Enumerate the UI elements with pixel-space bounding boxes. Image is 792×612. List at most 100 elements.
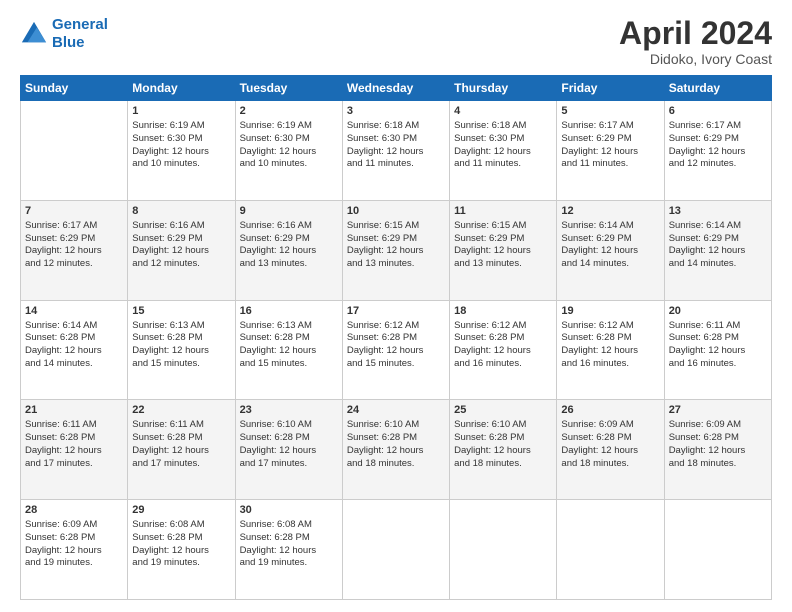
- page: General Blue April 2024 Didoko, Ivory Co…: [0, 0, 792, 612]
- day-info-line: Daylight: 12 hours: [240, 445, 338, 458]
- day-number: 28: [25, 503, 123, 518]
- day-info-line: Sunset: 6:28 PM: [347, 432, 445, 445]
- day-info-line: Sunset: 6:29 PM: [669, 133, 767, 146]
- day-number: 17: [347, 304, 445, 319]
- day-info-line: and 19 minutes.: [25, 557, 123, 570]
- day-info-line: Sunrise: 6:14 AM: [25, 320, 123, 333]
- calendar-cell: 23Sunrise: 6:10 AMSunset: 6:28 PMDayligh…: [235, 400, 342, 500]
- calendar-cell: [21, 101, 128, 201]
- day-info-line: Sunrise: 6:17 AM: [669, 120, 767, 133]
- calendar-week-row: 1Sunrise: 6:19 AMSunset: 6:30 PMDaylight…: [21, 101, 772, 201]
- day-info-line: Sunset: 6:30 PM: [454, 133, 552, 146]
- day-info-line: Sunrise: 6:17 AM: [561, 120, 659, 133]
- calendar-cell: 8Sunrise: 6:16 AMSunset: 6:29 PMDaylight…: [128, 200, 235, 300]
- calendar-cell: 16Sunrise: 6:13 AMSunset: 6:28 PMDayligh…: [235, 300, 342, 400]
- day-info-line: Sunrise: 6:12 AM: [561, 320, 659, 333]
- day-info-line: Sunset: 6:28 PM: [25, 432, 123, 445]
- calendar-cell: 10Sunrise: 6:15 AMSunset: 6:29 PMDayligh…: [342, 200, 449, 300]
- day-info-line: Daylight: 12 hours: [669, 245, 767, 258]
- day-number: 20: [669, 304, 767, 319]
- day-info-line: and 17 minutes.: [132, 458, 230, 471]
- day-info-line: Sunset: 6:28 PM: [132, 532, 230, 545]
- calendar-cell: 29Sunrise: 6:08 AMSunset: 6:28 PMDayligh…: [128, 500, 235, 600]
- day-info-line: Sunset: 6:28 PM: [669, 432, 767, 445]
- day-number: 3: [347, 104, 445, 119]
- day-info-line: and 19 minutes.: [240, 557, 338, 570]
- day-info-line: Daylight: 12 hours: [25, 345, 123, 358]
- day-number: 8: [132, 204, 230, 219]
- day-info-line: Sunrise: 6:09 AM: [669, 419, 767, 432]
- calendar-cell: 19Sunrise: 6:12 AMSunset: 6:28 PMDayligh…: [557, 300, 664, 400]
- day-info-line: and 10 minutes.: [132, 158, 230, 171]
- day-number: 13: [669, 204, 767, 219]
- day-info-line: Daylight: 12 hours: [347, 146, 445, 159]
- calendar-week-row: 28Sunrise: 6:09 AMSunset: 6:28 PMDayligh…: [21, 500, 772, 600]
- day-info-line: and 18 minutes.: [454, 458, 552, 471]
- day-number: 29: [132, 503, 230, 518]
- calendar-day-header: Tuesday: [235, 76, 342, 101]
- day-info-line: Sunrise: 6:12 AM: [347, 320, 445, 333]
- day-info-line: Sunset: 6:29 PM: [25, 233, 123, 246]
- calendar-week-row: 14Sunrise: 6:14 AMSunset: 6:28 PMDayligh…: [21, 300, 772, 400]
- calendar-cell: 22Sunrise: 6:11 AMSunset: 6:28 PMDayligh…: [128, 400, 235, 500]
- day-info-line: Sunset: 6:28 PM: [347, 332, 445, 345]
- day-number: 15: [132, 304, 230, 319]
- day-info-line: Daylight: 12 hours: [561, 146, 659, 159]
- day-info-line: and 18 minutes.: [347, 458, 445, 471]
- calendar-cell: 25Sunrise: 6:10 AMSunset: 6:28 PMDayligh…: [450, 400, 557, 500]
- day-info-line: and 16 minutes.: [561, 358, 659, 371]
- day-info-line: Daylight: 12 hours: [669, 146, 767, 159]
- calendar-cell: 18Sunrise: 6:12 AMSunset: 6:28 PMDayligh…: [450, 300, 557, 400]
- day-number: 19: [561, 304, 659, 319]
- day-info-line: Daylight: 12 hours: [132, 545, 230, 558]
- day-info-line: Daylight: 12 hours: [561, 245, 659, 258]
- day-info-line: Sunrise: 6:18 AM: [454, 120, 552, 133]
- day-info-line: Daylight: 12 hours: [132, 345, 230, 358]
- day-info-line: Sunset: 6:28 PM: [240, 332, 338, 345]
- logo-icon: [20, 20, 48, 48]
- day-info-line: and 14 minutes.: [561, 258, 659, 271]
- day-info-line: Sunrise: 6:15 AM: [347, 220, 445, 233]
- day-info-line: and 16 minutes.: [669, 358, 767, 371]
- day-info-line: Daylight: 12 hours: [132, 146, 230, 159]
- logo-line1: General: [52, 16, 108, 33]
- day-number: 1: [132, 104, 230, 119]
- day-info-line: Sunset: 6:29 PM: [454, 233, 552, 246]
- day-info-line: Sunrise: 6:08 AM: [132, 519, 230, 532]
- day-info-line: Daylight: 12 hours: [240, 245, 338, 258]
- day-number: 21: [25, 403, 123, 418]
- day-info-line: and 13 minutes.: [347, 258, 445, 271]
- day-number: 5: [561, 104, 659, 119]
- day-info-line: Sunset: 6:28 PM: [132, 332, 230, 345]
- calendar-day-header: Wednesday: [342, 76, 449, 101]
- calendar-cell: 15Sunrise: 6:13 AMSunset: 6:28 PMDayligh…: [128, 300, 235, 400]
- day-info-line: Sunset: 6:29 PM: [347, 233, 445, 246]
- day-info-line: and 11 minutes.: [347, 158, 445, 171]
- day-info-line: Sunrise: 6:08 AM: [240, 519, 338, 532]
- calendar-cell: [557, 500, 664, 600]
- day-info-line: Sunrise: 6:11 AM: [132, 419, 230, 432]
- logo-text: General Blue: [52, 16, 108, 52]
- day-info-line: Daylight: 12 hours: [454, 146, 552, 159]
- day-info-line: Daylight: 12 hours: [669, 345, 767, 358]
- day-info-line: Daylight: 12 hours: [347, 345, 445, 358]
- calendar-cell: 27Sunrise: 6:09 AMSunset: 6:28 PMDayligh…: [664, 400, 771, 500]
- day-number: 25: [454, 403, 552, 418]
- day-info-line: Sunset: 6:29 PM: [561, 133, 659, 146]
- day-info-line: Daylight: 12 hours: [454, 445, 552, 458]
- day-info-line: and 12 minutes.: [25, 258, 123, 271]
- calendar-cell: [664, 500, 771, 600]
- day-info-line: Sunrise: 6:11 AM: [669, 320, 767, 333]
- day-info-line: and 15 minutes.: [240, 358, 338, 371]
- day-info-line: and 13 minutes.: [454, 258, 552, 271]
- day-info-line: Sunset: 6:28 PM: [240, 532, 338, 545]
- day-info-line: Sunrise: 6:10 AM: [454, 419, 552, 432]
- day-info-line: Daylight: 12 hours: [347, 245, 445, 258]
- calendar-cell: 11Sunrise: 6:15 AMSunset: 6:29 PMDayligh…: [450, 200, 557, 300]
- day-info-line: Sunrise: 6:14 AM: [561, 220, 659, 233]
- day-info-line: Sunset: 6:28 PM: [454, 432, 552, 445]
- day-number: 10: [347, 204, 445, 219]
- day-info-line: Daylight: 12 hours: [240, 545, 338, 558]
- day-info-line: Sunrise: 6:10 AM: [347, 419, 445, 432]
- calendar-day-header: Monday: [128, 76, 235, 101]
